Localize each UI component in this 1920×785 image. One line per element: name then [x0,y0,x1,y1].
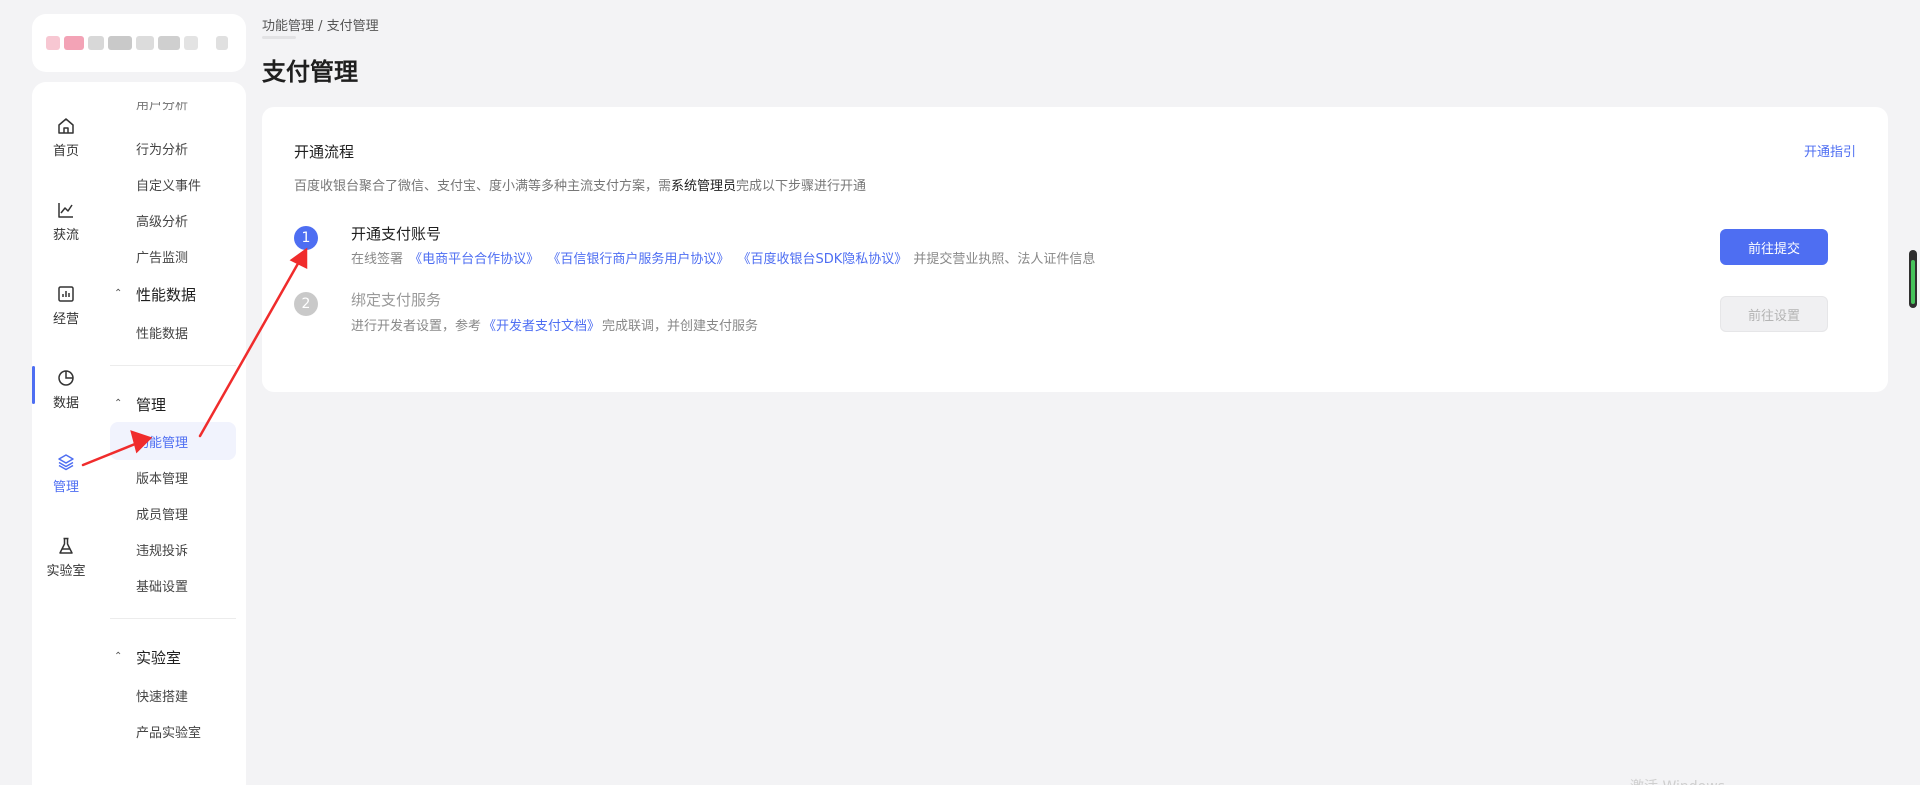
sub-item-advanced[interactable]: 高级分析 [136,211,188,230]
sub-item-product-lab[interactable]: 产品实验室 [136,722,201,741]
bar-chart-icon [58,286,74,302]
page-title: 支付管理 [262,58,358,86]
go-settings-button[interactable]: 前往设置 [1720,296,1828,332]
step-2-number: 2 [294,292,318,316]
sub-item-ad-monitor[interactable]: 广告监测 [136,247,188,266]
baixin-bank-agreement-link[interactable]: 《百信银行商户服务用户协议》 [547,252,729,267]
sub-group-manage-label: 管理 [136,396,167,414]
sub-item-member-manage[interactable]: 成员管理 [136,504,188,523]
sub-item-basic-settings[interactable]: 基础设置 [136,576,188,595]
go-submit-button[interactable]: 前往提交 [1720,229,1828,265]
divider [110,365,236,366]
sub-item-violation[interactable]: 违规投诉 [136,540,188,559]
line-chart-icon [58,203,73,218]
sub-group-performance[interactable]: ⌃ 性能数据 [114,284,196,305]
step-2-desc-prefix: 进行开发者设置，参考 [351,319,482,334]
chevron-up-icon: ⌃ [114,651,123,662]
step-1-desc-suffix: 并提交营业执照、法人证件信息 [913,252,1096,267]
sub-item-behavior[interactable]: 行为分析 [136,139,188,158]
step-2-description: 进行开发者设置，参考 《开发者支付文档》 完成联调，并创建支付服务 [351,315,758,334]
flask-icon [59,537,73,554]
sub-group-lab[interactable]: ⌃ 实验室 [114,647,181,668]
nav-label-traffic: 获流 [52,228,79,243]
logo-card[interactable] [32,14,246,72]
pie-chart-icon [58,370,74,386]
sub-group-performance-label: 性能数据 [136,286,197,304]
nav-item-business[interactable]: 经营 [32,278,100,342]
home-icon [58,118,74,134]
nav-item-lab[interactable]: 实验室 [32,530,100,594]
desc-suffix: 完成以下步骤进行开通 [736,179,867,194]
nav-item-data[interactable]: 数据 [32,362,100,426]
ecommerce-agreement-link[interactable]: 《电商平台合作协议》 [409,252,539,267]
sub-group-manage[interactable]: ⌃ 管理 [114,394,166,415]
step-1-number: 1 [294,226,318,250]
nav-label-home: 首页 [52,144,79,159]
card-title: 开通流程 [294,143,355,161]
nav-item-traffic[interactable]: 获流 [32,194,100,258]
sub-nav: 用户分析 行为分析 自定义事件 高级分析 广告监测 ⌃ 性能数据 性能数据 ⌃ … [100,82,246,785]
title-decoration [262,36,296,39]
scrollbar-thumb[interactable] [1909,250,1917,308]
desc-prefix: 百度收银台聚合了微信、支付宝、度小满等多种主流支付方案，需 [294,179,672,194]
desc-highlight: 系统管理员 [671,179,737,194]
sub-item-custom-event[interactable]: 自定义事件 [136,175,201,194]
chevron-up-icon: ⌃ [114,288,123,299]
sub-item-user-analysis[interactable]: 用户分析 [136,102,188,114]
icon-nav: 首页 获流 经营 数据 管理 实验室 [32,82,100,785]
nav-label-lab: 实验室 [46,564,86,579]
sub-group-lab-label: 实验室 [136,649,182,667]
step-2-title: 绑定支付服务 [351,291,442,309]
sdk-privacy-agreement-link[interactable]: 《百度收银台SDK隐私协议》 [737,252,907,267]
step-1-description: 在线签署 《电商平台合作协议》 《百信银行商户服务用户协议》 《百度收银台SDK… [351,248,1095,267]
card-description: 百度收银台聚合了微信、支付宝、度小满等多种主流支付方案，需系统管理员完成以下步骤… [294,175,866,194]
nav-item-manage[interactable]: 管理 [32,446,100,510]
layers-icon [58,454,74,471]
nav-label-manage: 管理 [52,480,79,495]
nav-item-home[interactable]: 首页 [32,110,100,174]
app-logo [46,33,230,53]
nav-label-business: 经营 [52,312,79,327]
step-1-desc-prefix: 在线签署 [351,252,404,267]
developer-payment-doc-link[interactable]: 《开发者支付文档》 [483,319,600,334]
activation-guide-link[interactable]: 开通指引 [1804,141,1856,160]
step-2-desc-suffix: 完成联调，并创建支付服务 [602,319,759,334]
sub-item-feature-manage[interactable]: 功能管理 [136,432,188,451]
chevron-up-icon: ⌃ [114,398,123,409]
breadcrumb[interactable]: 功能管理 / 支付管理 [262,15,379,34]
sub-item-performance-data[interactable]: 性能数据 [136,323,188,342]
step-1-title: 开通支付账号 [351,225,442,243]
windows-watermark: 激活 Windows [1630,776,1725,785]
nav-label-data: 数据 [52,396,79,411]
sub-item-quick-build[interactable]: 快速搭建 [136,686,188,705]
sub-item-version-manage[interactable]: 版本管理 [136,468,188,487]
activation-card: 开通流程 开通指引 百度收银台聚合了微信、支付宝、度小满等多种主流支付方案，需系… [262,107,1888,392]
divider [110,618,236,619]
